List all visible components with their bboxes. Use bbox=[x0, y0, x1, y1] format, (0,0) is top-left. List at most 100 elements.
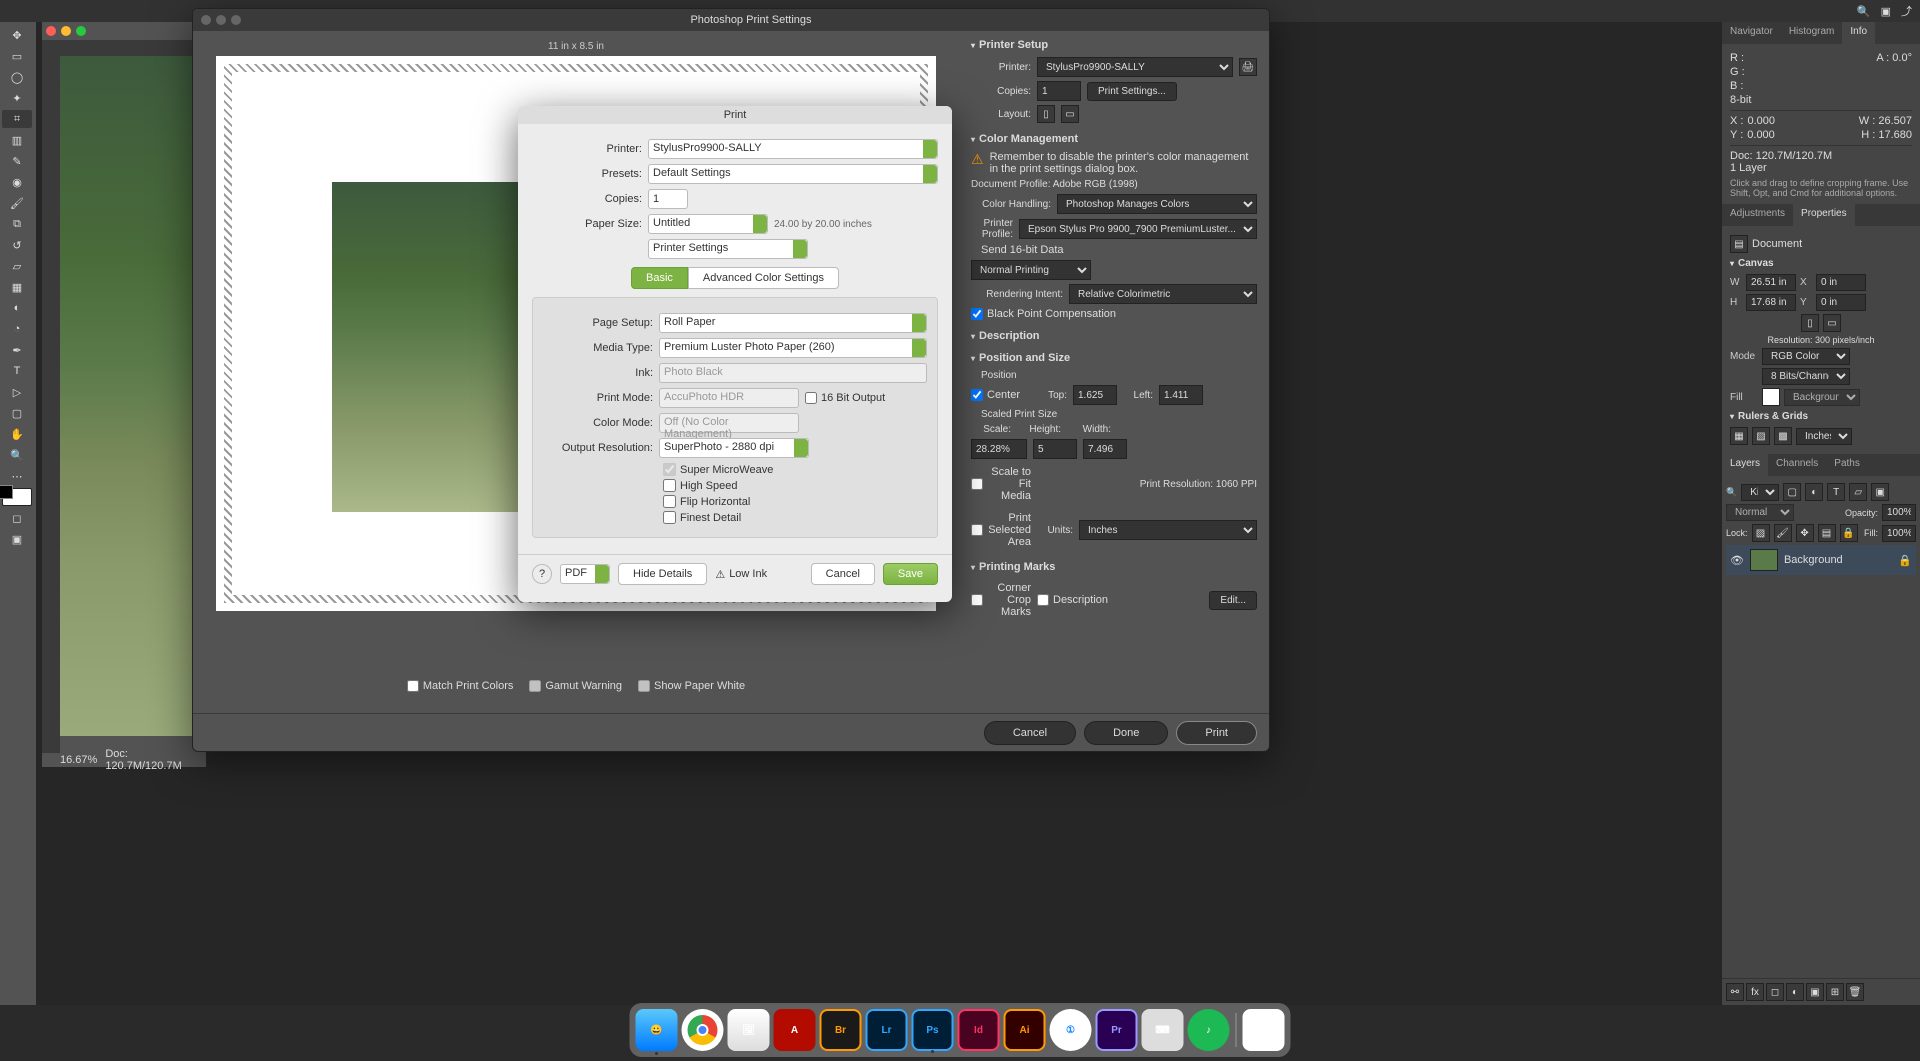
canvas-h[interactable] bbox=[1746, 294, 1796, 311]
color-mgmt-header[interactable]: Color Management bbox=[971, 133, 1257, 145]
marks-header[interactable]: Printing Marks bbox=[971, 561, 1257, 573]
normal-select[interactable]: Normal Printing bbox=[971, 260, 1091, 280]
zoom-level[interactable]: 16.67% bbox=[60, 754, 97, 766]
units-select[interactable]: Inches bbox=[1796, 428, 1852, 445]
units-select2[interactable]: Inches bbox=[1079, 520, 1257, 540]
rulers-section[interactable]: Rulers & Grids bbox=[1730, 409, 1912, 424]
pprofile-select[interactable]: Epson Stylus Pro 9900_7900 PremiumLuster… bbox=[1019, 219, 1257, 239]
eraser-tool[interactable]: ▱ bbox=[2, 257, 32, 275]
print-button[interactable]: Print bbox=[1176, 721, 1257, 745]
crop-tool[interactable]: ⌗ bbox=[2, 110, 32, 128]
tab-paths[interactable]: Paths bbox=[1826, 454, 1868, 476]
landscape-btn[interactable]: ▭ bbox=[1061, 105, 1079, 123]
close-icon[interactable] bbox=[201, 15, 211, 25]
panels-icon[interactable]: ▣ bbox=[1881, 5, 1891, 18]
dock-lightroom[interactable]: Lr bbox=[866, 1009, 908, 1051]
fill-select[interactable]: Background Color bbox=[1784, 389, 1860, 406]
dock-photoshop[interactable]: Ps bbox=[912, 1009, 954, 1051]
printer-setup-header[interactable]: Printer Setup bbox=[971, 39, 1257, 51]
intent-select[interactable]: Relative Colorimetric bbox=[1069, 284, 1257, 304]
eyedropper-tool[interactable]: ✎ bbox=[2, 152, 32, 170]
adj-icon[interactable]: ◐ bbox=[1786, 983, 1804, 1001]
dock-1password[interactable]: ① bbox=[1050, 1009, 1092, 1051]
hs-check[interactable] bbox=[663, 479, 676, 492]
bpc-check[interactable] bbox=[971, 308, 983, 320]
copies-input[interactable] bbox=[1037, 81, 1081, 101]
pos-header[interactable]: Position and Size bbox=[971, 352, 1257, 364]
dodge-tool[interactable]: ◔ bbox=[2, 320, 32, 338]
canvas-w[interactable] bbox=[1746, 274, 1796, 291]
tab-info[interactable]: Info bbox=[1842, 22, 1875, 44]
mode-select[interactable]: RGB Color bbox=[1762, 348, 1850, 365]
bits-select[interactable]: 8 Bits/Channel bbox=[1762, 368, 1850, 385]
finest-check[interactable] bbox=[663, 511, 676, 524]
selarea-check[interactable] bbox=[971, 524, 983, 536]
path-tool[interactable]: ▷ bbox=[2, 383, 32, 401]
layer-background[interactable]: 👁 Background 🔒 bbox=[1726, 545, 1916, 575]
search-icon[interactable]: 🔍 bbox=[1857, 5, 1871, 18]
pdf-button[interactable]: PDF bbox=[560, 564, 610, 584]
doc-info[interactable]: Doc: 120.7M/120.7M bbox=[105, 748, 206, 772]
tab-properties[interactable]: Properties bbox=[1793, 204, 1855, 226]
print-image[interactable] bbox=[332, 182, 542, 512]
media-select[interactable]: Premium Luster Photo Paper (260) bbox=[659, 338, 927, 358]
center-check[interactable] bbox=[971, 389, 983, 401]
visibility-icon[interactable]: 👁 bbox=[1730, 554, 1744, 567]
done-button[interactable]: Done bbox=[1084, 721, 1168, 745]
res-select[interactable]: SuperPhoto - 2880 dpi bbox=[659, 438, 809, 458]
os-save-button[interactable]: Save bbox=[883, 563, 938, 585]
tab-adjustments[interactable]: Adjustments bbox=[1722, 204, 1793, 226]
quickmask[interactable]: ◻ bbox=[2, 509, 32, 527]
mask-icon[interactable]: ◻ bbox=[1766, 983, 1784, 1001]
brush-tool[interactable]: 🖌 bbox=[2, 194, 32, 212]
canvas-y[interactable] bbox=[1816, 294, 1866, 311]
os-paper-select[interactable]: Untitled bbox=[648, 214, 768, 234]
os-presets-select[interactable]: Default Settings bbox=[648, 164, 938, 184]
pen-tool[interactable]: ✒ bbox=[2, 341, 32, 359]
filter-adj[interactable]: ◐ bbox=[1805, 483, 1823, 501]
handling-select[interactable]: Photoshop Manages Colors bbox=[1057, 194, 1257, 214]
dock-premiere[interactable]: Pr bbox=[1096, 1009, 1138, 1051]
opacity-val[interactable] bbox=[1882, 504, 1916, 521]
hand-tool[interactable]: ✋ bbox=[2, 425, 32, 443]
new-icon[interactable]: ⊞ bbox=[1826, 983, 1844, 1001]
os-printer-select[interactable]: StylusPro9900-SALLY bbox=[648, 139, 938, 159]
cancel-button[interactable]: Cancel bbox=[984, 721, 1076, 745]
flip-check[interactable] bbox=[663, 495, 676, 508]
os-cancel-button[interactable]: Cancel bbox=[811, 563, 875, 585]
minimize-icon[interactable] bbox=[61, 26, 71, 36]
minimize-icon[interactable] bbox=[216, 15, 226, 25]
marquee-tool[interactable]: ▭ bbox=[2, 47, 32, 65]
dock-indesign[interactable]: Id bbox=[958, 1009, 1000, 1051]
corner-check[interactable] bbox=[971, 594, 983, 606]
dock-spotify[interactable]: ♪ bbox=[1188, 1009, 1230, 1051]
link-icon[interactable]: ⚯ bbox=[1726, 983, 1744, 1001]
group-icon[interactable]: ▣ bbox=[1806, 983, 1824, 1001]
canvas-image[interactable] bbox=[60, 56, 205, 736]
dock-terminal[interactable]: ⌨ bbox=[1142, 1009, 1184, 1051]
filter-type[interactable]: T bbox=[1827, 483, 1845, 501]
blend-mode[interactable]: Normal bbox=[1726, 504, 1794, 521]
page-select[interactable]: Roll Paper bbox=[659, 313, 927, 333]
guides-icon[interactable]: ▩ bbox=[1774, 427, 1792, 445]
filter-shape[interactable]: ▱ bbox=[1849, 483, 1867, 501]
dock-chrome[interactable] bbox=[682, 1009, 724, 1051]
dock-preview[interactable]: 🖼 bbox=[728, 1009, 770, 1051]
refresh-icon[interactable]: 🖨 bbox=[1239, 58, 1257, 76]
screenmode[interactable]: ▣ bbox=[2, 530, 32, 548]
dock-illustrator[interactable]: Ai bbox=[1004, 1009, 1046, 1051]
scale-input[interactable] bbox=[971, 439, 1027, 459]
canvas-x[interactable] bbox=[1816, 274, 1866, 291]
maximize-icon[interactable] bbox=[76, 26, 86, 36]
portrait-btn[interactable]: ▯ bbox=[1037, 105, 1055, 123]
tab-layers[interactable]: Layers bbox=[1722, 454, 1768, 476]
maximize-icon[interactable] bbox=[231, 15, 241, 25]
edit-btn[interactable]: Edit... bbox=[1209, 591, 1257, 610]
lock-pos[interactable]: ✥ bbox=[1796, 524, 1814, 542]
landscape-icon[interactable]: ▭ bbox=[1823, 314, 1841, 332]
share-icon[interactable]: ⤴ bbox=[1901, 3, 1912, 19]
healing-tool[interactable]: ◉ bbox=[2, 173, 32, 191]
frame-tool[interactable]: ▥ bbox=[2, 131, 32, 149]
printer-select[interactable]: StylusPro9900-SALLY bbox=[1037, 57, 1233, 77]
dock-acrobat[interactable]: A bbox=[774, 1009, 816, 1051]
